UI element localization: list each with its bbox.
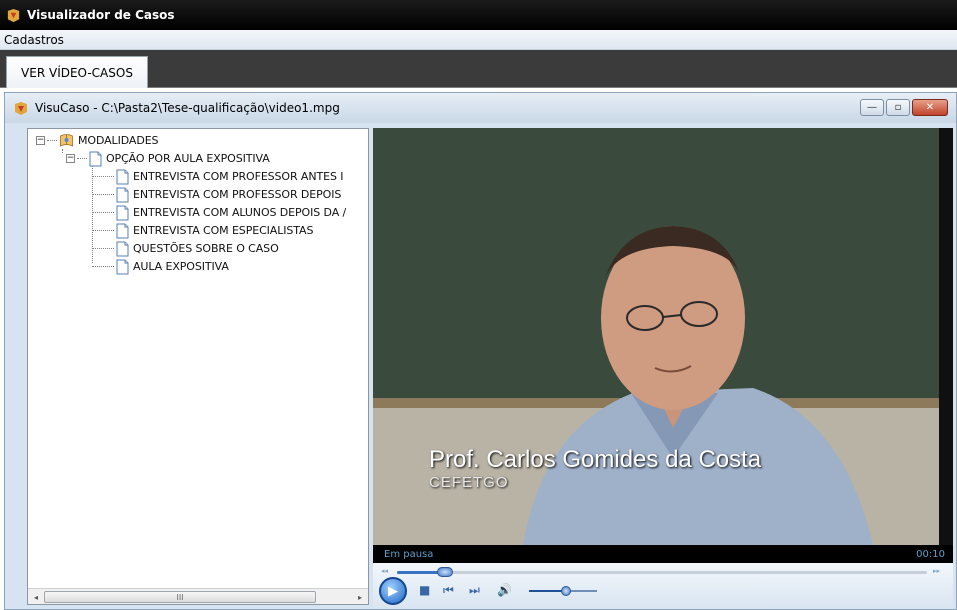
- play-button[interactable]: ▶: [379, 577, 407, 605]
- tree-item[interactable]: QUESTÕES SOBRE O CASO: [92, 240, 279, 257]
- tree-connector: [92, 266, 114, 267]
- book-icon: [60, 133, 73, 147]
- tree-item-label: ENTREVISTA COM PROFESSOR ANTES I: [133, 170, 344, 183]
- menu-cadastros[interactable]: Cadastros: [4, 33, 64, 47]
- tree-connector: [92, 194, 114, 195]
- minimize-button[interactable]: —: [860, 99, 884, 116]
- tree-item[interactable]: ENTREVISTA COM ESPECIALISTAS: [92, 222, 313, 239]
- maximize-button[interactable]: ▫: [886, 99, 910, 116]
- tab-ver-video-casos[interactable]: VER VÍDEO-CASOS: [6, 56, 148, 88]
- tree-connector: [92, 248, 114, 249]
- tree-item-label: ENTREVISTA COM PROFESSOR DEPOIS: [133, 188, 342, 201]
- tab-strip: VER VÍDEO-CASOS: [0, 50, 957, 88]
- tree-root[interactable]: − MODALIDADES: [36, 132, 159, 149]
- playback-time: 00:10: [916, 548, 945, 560]
- seek-forward-icon[interactable]: ▸▸: [933, 567, 940, 575]
- close-icon: ✕: [925, 102, 935, 113]
- grip-icon: III: [176, 592, 184, 602]
- document-icon: [89, 151, 102, 166]
- close-button[interactable]: ✕: [912, 99, 948, 116]
- tree-item-label: QUESTÕES SOBRE O CASO: [133, 242, 279, 255]
- child-titlebar: VisuCaso - C:\Pasta2\Tese-qualificação\v…: [5, 93, 956, 123]
- collapse-icon[interactable]: −: [66, 154, 75, 163]
- scroll-left-icon[interactable]: ◂: [29, 591, 43, 603]
- tree-item-label: ENTREVISTA COM ALUNOS DEPOIS DA /: [133, 206, 347, 219]
- volume-slider[interactable]: [529, 586, 597, 596]
- scroll-right-icon[interactable]: ▸: [353, 591, 367, 603]
- window-controls: — ▫ ✕: [860, 99, 948, 116]
- tree-connector: [92, 230, 114, 231]
- play-icon: ▶: [388, 583, 398, 599]
- maximize-icon: ▫: [894, 102, 902, 113]
- document-icon: [116, 223, 129, 238]
- scroll-thumb[interactable]: III: [44, 591, 316, 603]
- next-button[interactable]: ⏭: [469, 583, 480, 598]
- document-icon: [116, 205, 129, 220]
- document-icon: [116, 187, 129, 202]
- tree-connector: [77, 158, 87, 159]
- document-icon: [116, 241, 129, 256]
- player-controls: ◂◂ ▸▸ ▶ ■ ⏮ ⏭ 🔊: [373, 563, 953, 608]
- tree-connector: [92, 176, 114, 177]
- seek-back-icon[interactable]: ◂◂: [381, 567, 388, 575]
- document-icon: [116, 169, 129, 184]
- horizontal-scrollbar[interactable]: ◂ III ▸: [28, 588, 368, 604]
- document-icon: [116, 259, 129, 274]
- tree-item[interactable]: ENTREVISTA COM ALUNOS DEPOIS DA /: [92, 204, 346, 221]
- stop-button[interactable]: ■: [419, 583, 430, 597]
- minimize-icon: —: [867, 102, 877, 113]
- app-title: Visualizador de Casos: [27, 8, 175, 22]
- tree-item[interactable]: ENTREVISTA COM PROFESSOR ANTES I: [92, 168, 343, 185]
- app-icon: [7, 8, 20, 22]
- caption-org: CEFETGO: [429, 474, 509, 491]
- tree-group[interactable]: − OPÇÃO POR AULA EXPOSITIVA: [66, 150, 270, 167]
- case-tree[interactable]: − MODALIDADES − OPÇÃO POR AULA EXPOSITIV…: [27, 128, 369, 605]
- tab-label: VER VÍDEO-CASOS: [21, 65, 133, 80]
- tree-item[interactable]: ENTREVISTA COM PROFESSOR DEPOIS: [92, 186, 341, 203]
- tree-connector: [92, 212, 114, 213]
- previous-button[interactable]: ⏮: [443, 583, 454, 598]
- collapse-icon[interactable]: −: [36, 136, 45, 145]
- visucaso-window: VisuCaso - C:\Pasta2\Tese-qualificação\v…: [4, 92, 957, 610]
- seek-thumb[interactable]: [436, 567, 453, 577]
- visucaso-icon: [15, 102, 27, 115]
- tree-group-label: OPÇÃO POR AULA EXPOSITIVA: [106, 152, 270, 165]
- tree-item-label: ENTREVISTA COM ESPECIALISTAS: [133, 224, 314, 237]
- player-status-bar: Em pausa 00:10: [373, 545, 953, 563]
- video-frame[interactable]: Prof. Carlos Gomides da Costa CEFETGO: [373, 128, 953, 545]
- volume-icon[interactable]: 🔊: [497, 583, 512, 597]
- menu-bar: Cadastros: [0, 30, 957, 50]
- media-player: Prof. Carlos Gomides da Costa CEFETGO Em…: [373, 128, 953, 608]
- child-title: VisuCaso - C:\Pasta2\Tese-qualificação\v…: [35, 101, 340, 115]
- playback-status: Em pausa: [384, 548, 434, 560]
- tree-item[interactable]: AULA EXPOSITIVA: [92, 258, 229, 275]
- tree-root-label: MODALIDADES: [78, 134, 159, 147]
- tree-connector: [62, 149, 63, 153]
- tree-connector: [47, 140, 57, 141]
- app-titlebar: Visualizador de Casos: [0, 0, 957, 30]
- volume-thumb[interactable]: [561, 586, 572, 596]
- tree-item-label: AULA EXPOSITIVA: [133, 260, 229, 273]
- seek-bar[interactable]: [397, 567, 927, 577]
- caption-name: Prof. Carlos Gomides da Costa: [429, 446, 762, 473]
